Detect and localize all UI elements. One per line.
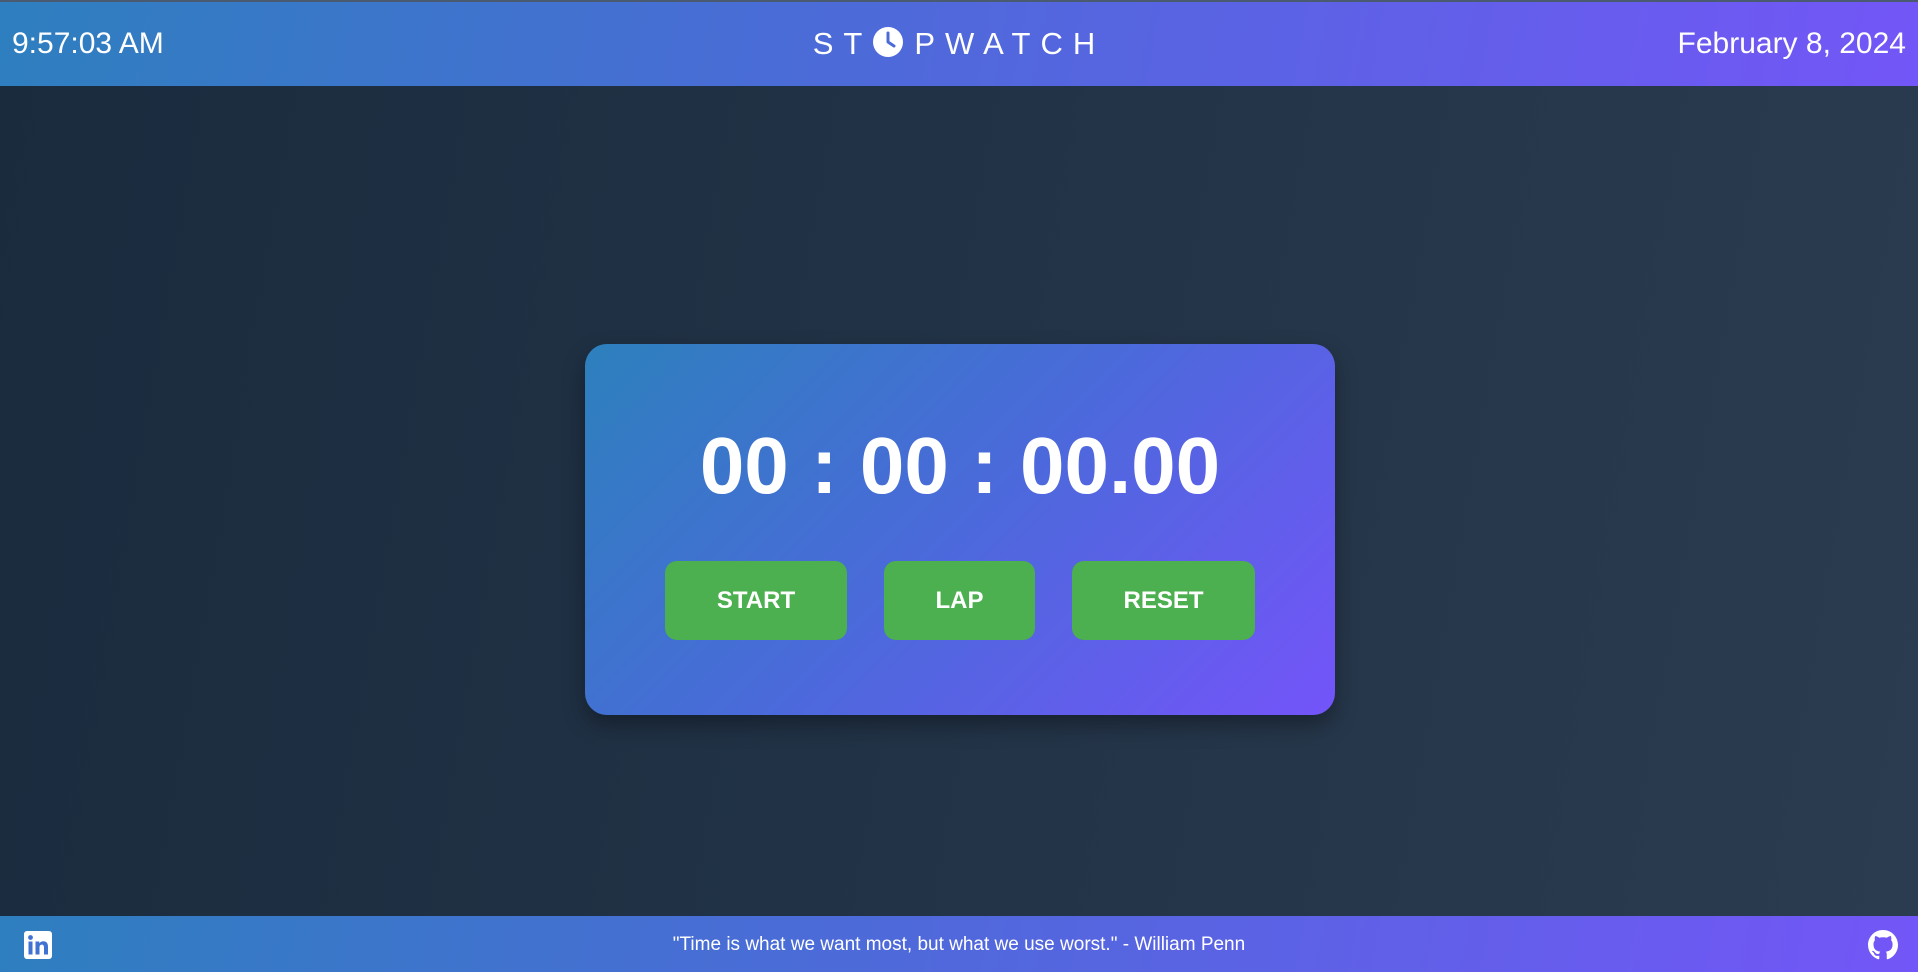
github-icon[interactable] (1868, 930, 1898, 960)
app-title: ST PWATCH (0, 26, 1918, 62)
title-text-start: ST (812, 26, 873, 61)
stopwatch-card: 00 : 00 : 00.00 START LAP RESET (585, 344, 1335, 715)
footer-bar: "Time is what we want most, but what we … (0, 916, 1918, 972)
clock-icon (873, 27, 904, 57)
reset-button[interactable]: RESET (1072, 561, 1255, 640)
header-bar: 9:57:03 AM ST PWATCH February 8, 2024 (0, 0, 1918, 86)
footer-quote: "Time is what we want most, but what we … (672, 934, 1246, 955)
title-text-end: PWATCH (914, 26, 1106, 61)
lap-button[interactable]: LAP (884, 561, 1035, 640)
start-button[interactable]: START (665, 561, 847, 640)
current-date: February 8, 2024 (1677, 27, 1906, 60)
stopwatch-display: 00 : 00 : 00.00 (699, 421, 1221, 510)
